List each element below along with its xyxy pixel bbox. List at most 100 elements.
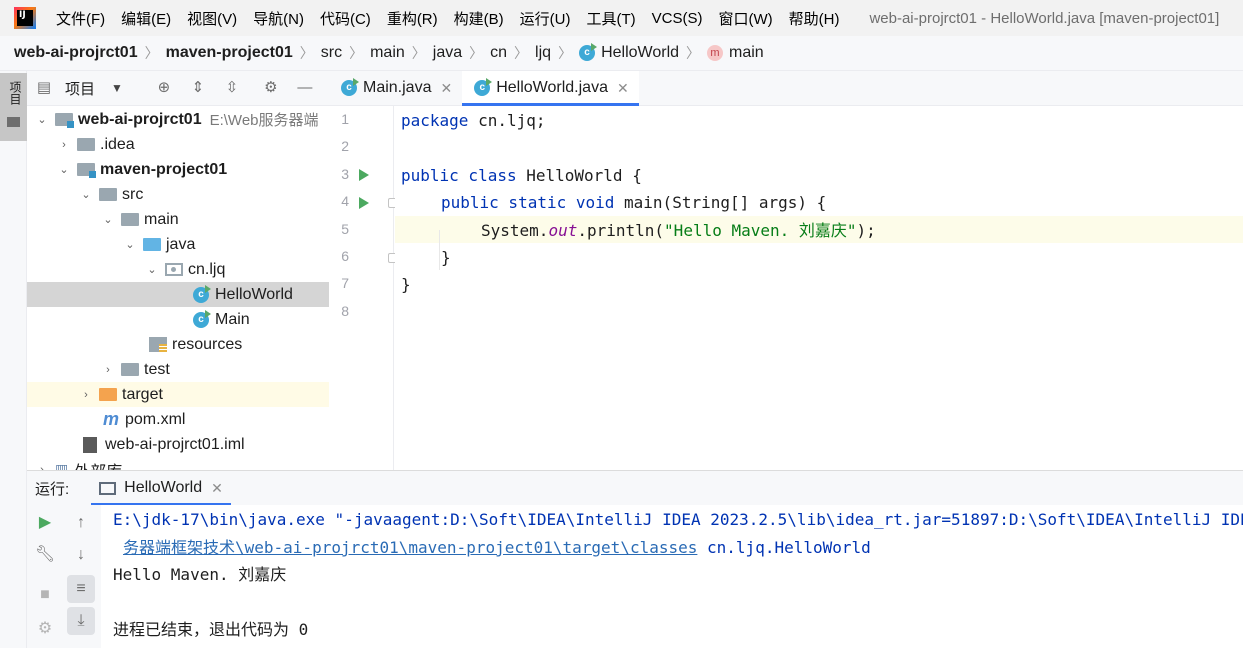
tree-item-package[interactable]: ⌄ cn.ljq [27, 257, 329, 282]
tree-item-main[interactable]: ⌄ main [27, 207, 329, 232]
soft-wrap-icon[interactable]: ≡ [67, 575, 95, 603]
code-line-3: public class HelloWorld { [401, 166, 642, 185]
tree-item-java[interactable]: ⌄ java [27, 232, 329, 257]
tree-item-resources[interactable]: resources [27, 332, 329, 357]
tree-item-label: web-ai-projrct01 [78, 110, 202, 128]
locate-icon[interactable]: ⊕ [156, 80, 172, 96]
scroll-to-end-icon[interactable]: ⤓ [67, 607, 95, 635]
java-class-icon: c [341, 78, 359, 96]
run-panel-header: 运行: HelloWorld ✕ [27, 470, 1243, 506]
close-icon[interactable]: ✕ [440, 80, 452, 97]
chevron-down-icon[interactable]: ⌄ [79, 188, 93, 201]
console-classpath-line: 务器端框架技术\web-ai-projrct01\maven-project01… [123, 538, 871, 557]
menu-run[interactable]: 运行(U) [512, 8, 579, 29]
tree-item-pom[interactable]: m pom.xml [27, 407, 329, 432]
menu-vcs[interactable]: VCS(S) [644, 10, 711, 27]
menu-navigate[interactable]: 导航(N) [245, 8, 312, 29]
chevron-down-icon[interactable]: ⌄ [35, 113, 49, 126]
chevron-down-icon[interactable]: ⌄ [57, 163, 71, 176]
menu-help[interactable]: 帮助(H) [781, 8, 848, 29]
breadcrumb-src[interactable]: src [321, 44, 342, 62]
tab-label: Main.java [363, 79, 432, 96]
tree-item-label: target [122, 385, 163, 403]
breadcrumb-method[interactable]: m main [707, 44, 764, 62]
project-tool-window-button[interactable]: 项目 [0, 73, 27, 141]
chevron-right-icon: 〉 [469, 45, 484, 61]
tab-helloworld-java[interactable]: c HelloWorld.java ✕ [462, 71, 640, 106]
intellij-logo-icon[interactable]: IJ [14, 7, 36, 29]
arrow-up-icon[interactable]: ↑ [67, 509, 95, 537]
chevron-down-icon[interactable]: ⌄ [123, 238, 137, 251]
gear-icon[interactable]: ⚙ [263, 80, 279, 96]
tree-item-main-class[interactable]: c Main [27, 307, 329, 332]
classpath-link[interactable]: 务器端框架技术\web-ai-projrct01\maven-project01… [123, 538, 697, 557]
run-toolbar: ▶ ↑ 🔧︎ ↓ ≡ ■ ⤓ ⚙ [27, 505, 101, 648]
close-icon[interactable]: ✕ [617, 80, 629, 97]
tree-item-label: resources [172, 335, 243, 353]
code-line-6: } [441, 248, 451, 267]
tree-item-target[interactable]: › target [27, 382, 329, 407]
code-editor[interactable]: package cn.ljq; public class HelloWorld … [395, 106, 1243, 470]
tree-item-maven-project[interactable]: ⌄ maven-project01 [27, 157, 329, 182]
expand-all-icon[interactable]: ⇕ [190, 80, 206, 96]
chevron-right-icon: 〉 [411, 45, 426, 61]
chevron-right-icon[interactable]: › [79, 389, 93, 401]
line-number: 5 [341, 221, 349, 237]
menu-refactor[interactable]: 重构(R) [379, 8, 446, 29]
indent-guide [439, 230, 440, 270]
tree-item-label: cn.ljq [188, 260, 226, 278]
tree-item-label: maven-project01 [100, 160, 228, 178]
run-gutter-icon[interactable] [359, 169, 369, 181]
console-command-line: E:\jdk-17\bin\java.exe "-javaagent:D:\So… [113, 510, 1243, 529]
breadcrumb-java[interactable]: java [433, 44, 462, 62]
menu-edit[interactable]: 编辑(E) [113, 8, 179, 29]
panel-layout-icon[interactable]: ▤ [36, 80, 52, 96]
tree-item-idea[interactable]: › .idea [27, 132, 329, 157]
breadcrumb-ljq[interactable]: ljq [535, 44, 551, 62]
run-console[interactable]: E:\jdk-17\bin\java.exe "-javaagent:D:\So… [101, 505, 1243, 648]
tree-item-src[interactable]: ⌄ src [27, 182, 329, 207]
stop-icon[interactable]: ■ [31, 581, 59, 609]
breadcrumb-cn[interactable]: cn [490, 44, 507, 62]
collapse-all-icon[interactable]: ⇳ [224, 80, 240, 96]
chevron-right-icon: 〉 [514, 45, 529, 61]
chevron-down-icon[interactable]: ⌄ [101, 213, 115, 226]
method-icon: m [707, 45, 724, 61]
tree-item-project-root[interactable]: ⌄ web-ai-projrct01 E:\Web服务器端 [27, 107, 329, 132]
minimize-icon[interactable]: — [297, 80, 313, 96]
menu-view[interactable]: 视图(V) [179, 8, 245, 29]
module-folder-icon [77, 163, 96, 178]
menu-code[interactable]: 代码(C) [312, 8, 379, 29]
run-gutter-icon[interactable] [359, 197, 369, 209]
library-icon: ▥ [55, 461, 69, 470]
folder-icon [121, 213, 139, 226]
breadcrumb-module[interactable]: maven-project01 [166, 44, 293, 62]
code-line-7: } [401, 275, 411, 294]
breadcrumb-main[interactable]: main [370, 44, 405, 62]
breadcrumb-class-label: HelloWorld [601, 44, 680, 61]
menu-window[interactable]: 窗口(W) [710, 8, 780, 29]
chevron-right-icon[interactable]: › [57, 139, 71, 151]
close-icon[interactable]: ✕ [211, 480, 223, 497]
menu-file[interactable]: 文件(F) [48, 8, 113, 29]
breadcrumb-class[interactable]: c HelloWorld [579, 43, 680, 62]
arrow-down-icon[interactable]: ↓ [67, 541, 95, 569]
tab-main-java[interactable]: c Main.java ✕ [329, 71, 462, 105]
run-tab-helloworld[interactable]: HelloWorld ✕ [91, 471, 231, 506]
rerun-icon[interactable]: ▶ [31, 509, 59, 537]
chevron-right-icon[interactable]: › [101, 364, 115, 376]
settings-icon[interactable]: ⚙ [31, 615, 59, 643]
project-panel-title[interactable]: 项目 [65, 78, 95, 99]
menu-tools[interactable]: 工具(T) [578, 8, 643, 29]
chevron-down-icon[interactable]: ▼ [111, 81, 123, 95]
source-folder-icon [143, 238, 161, 251]
wrench-icon[interactable]: 🔧︎ [31, 541, 59, 569]
resources-folder-icon [149, 337, 167, 352]
tree-item-iml[interactable]: web-ai-projrct01.iml [27, 432, 329, 457]
breadcrumb-project[interactable]: web-ai-projrct01 [14, 44, 138, 62]
tree-item-helloworld[interactable]: c HelloWorld [27, 282, 329, 307]
menu-build[interactable]: 构建(B) [446, 8, 512, 29]
tree-item-test[interactable]: › test [27, 357, 329, 382]
tree-item-external-libs[interactable]: › ▥ 外部库 [27, 457, 329, 470]
chevron-down-icon[interactable]: ⌄ [145, 263, 159, 276]
